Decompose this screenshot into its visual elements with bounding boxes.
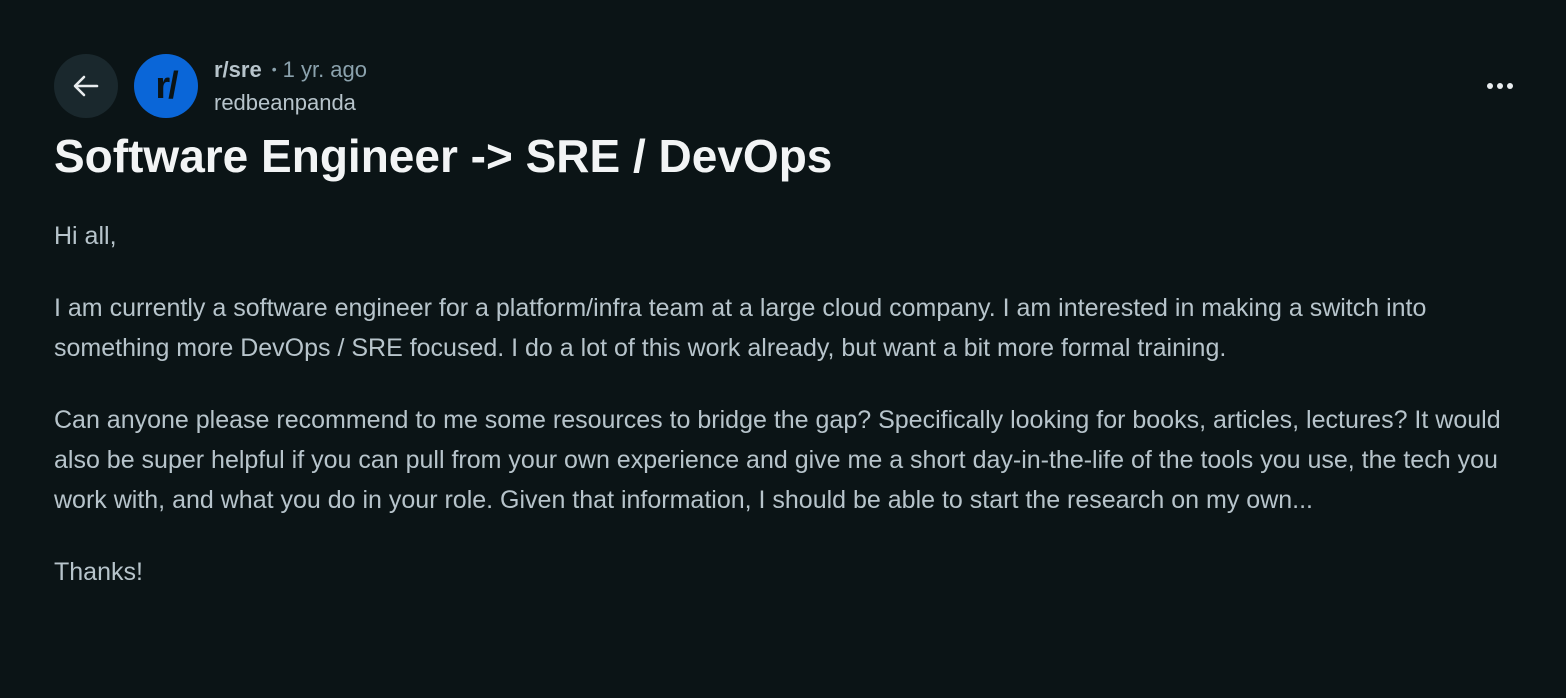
post-paragraph: I am currently a software engineer for a… (54, 294, 1427, 362)
meta-top-row: r/sre • 1 yr. ago (214, 54, 367, 88)
subreddit-avatar[interactable]: r/ (134, 54, 198, 118)
post-title: Software Engineer -> SRE / DevOps (54, 130, 833, 182)
more-options-icon (1487, 83, 1513, 89)
post-time: 1 yr. ago (282, 57, 368, 82)
more-options-button[interactable] (1476, 64, 1524, 108)
author-link[interactable]: redbeanpanda (214, 88, 367, 118)
subreddit-link[interactable]: r/sre (214, 54, 262, 86)
post-meta: r/sre • 1 yr. ago redbeanpanda (214, 54, 367, 118)
post-body: Hi all, I am currently a software engine… (54, 216, 1514, 624)
back-arrow-icon (73, 75, 99, 97)
post-header: r/ r/sre • 1 yr. ago redbeanpanda (54, 54, 367, 118)
post-paragraph: Hi all, (54, 222, 117, 250)
post-page: r/ r/sre • 1 yr. ago redbeanpanda Softwa… (0, 0, 1566, 698)
meta-separator: • (271, 61, 277, 77)
post-paragraph: Thanks! (54, 558, 143, 586)
back-button[interactable] (54, 54, 118, 118)
post-paragraph: Can anyone please recommend to me some r… (54, 406, 1501, 514)
avatar-text: r/ (155, 64, 178, 107)
